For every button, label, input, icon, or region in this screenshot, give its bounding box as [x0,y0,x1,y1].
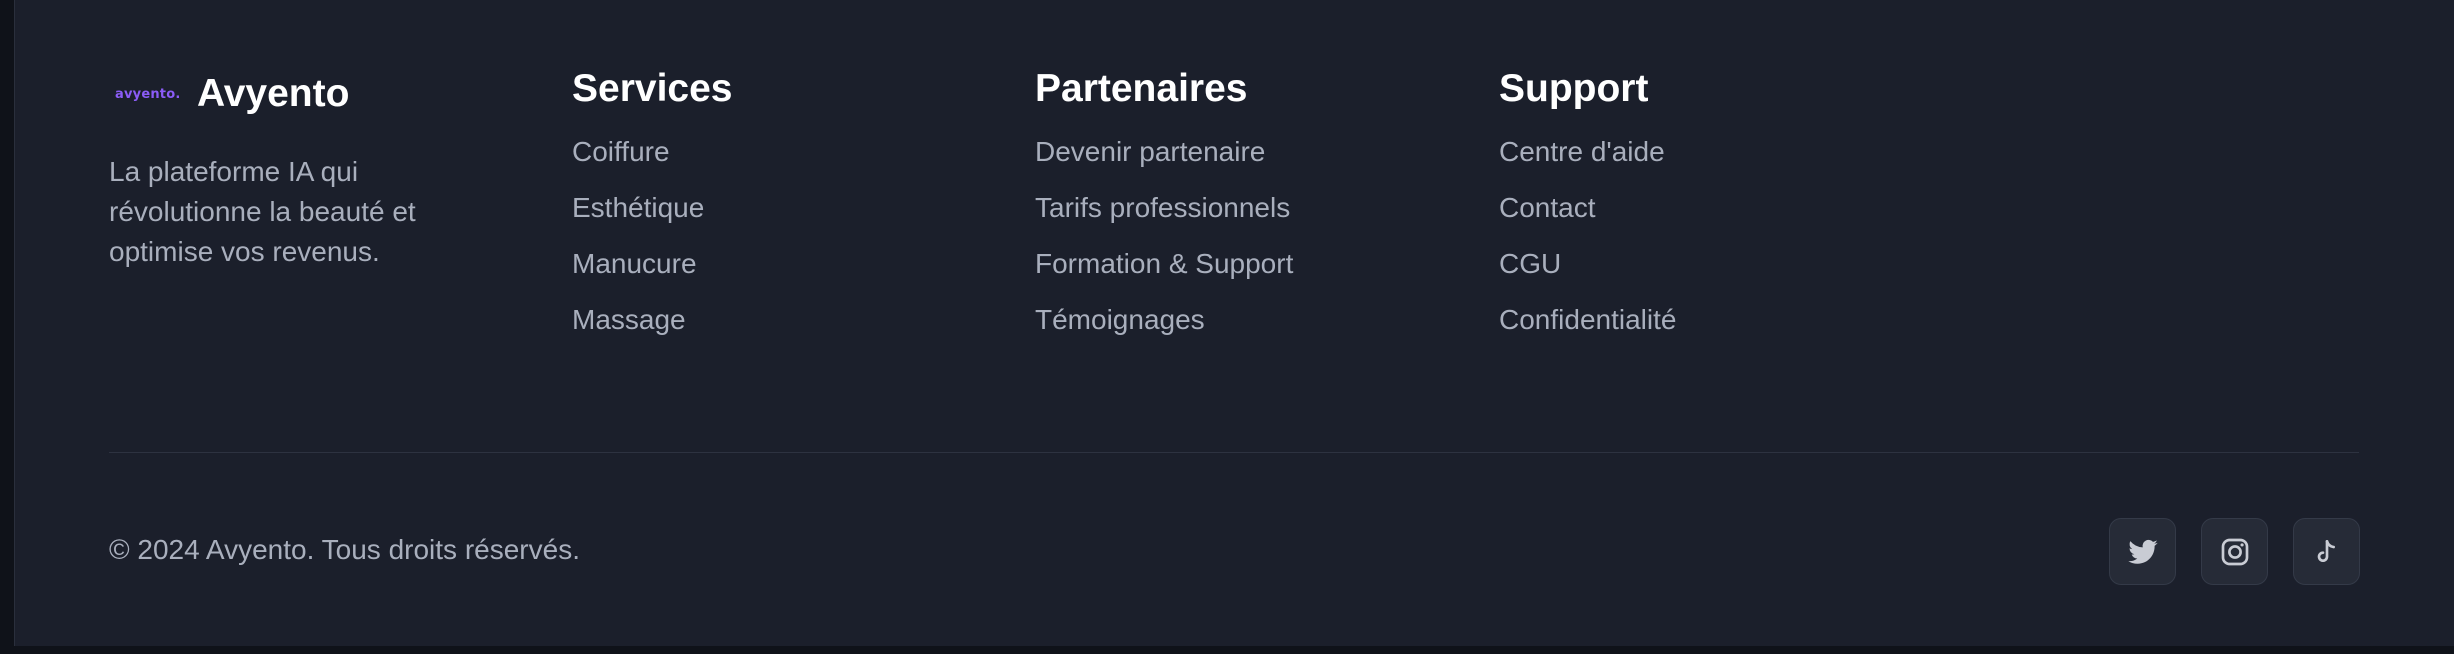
footer-link-cgu[interactable]: CGU [1499,244,1919,300]
tiktok-button[interactable] [2293,518,2360,585]
instagram-icon [2221,538,2248,565]
social-links [2109,518,2360,585]
footer-link-devenir-partenaire[interactable]: Devenir partenaire [1035,132,1455,188]
logo-wordmark: avyento. [115,86,181,102]
brand-tagline: La plateforme IA qui révolutionne la bea… [109,156,416,267]
brand-column: avyento. Avyento La plateforme IA qui ré… [109,64,489,272]
logo[interactable]: avyento. [109,64,193,124]
footer-divider [109,452,2359,453]
link-list: Devenir partenaire Tarifs professionnels… [1035,132,1455,356]
twitter-icon [2127,539,2158,564]
footer-link-formation-support[interactable]: Formation & Support [1035,244,1455,300]
footer-column-support: Support Centre d'aide Contact CGU Confid… [1499,64,1919,356]
footer-link-confidentialite[interactable]: Confidentialité [1499,300,1919,356]
link-list: Centre d'aide Contact CGU Confidentialit… [1499,132,1919,356]
copyright-text: © 2024 Avyento. Tous droits réservés. [109,534,580,565]
footer-link-esthetique[interactable]: Esthétique [572,188,992,244]
brand-name: Avyento [197,72,350,115]
footer-column-partenaires: Partenaires Devenir partenaire Tarifs pr… [1035,64,1455,356]
footer-link-manucure[interactable]: Manucure [572,244,992,300]
footer-link-temoignages[interactable]: Témoignages [1035,300,1455,356]
instagram-button[interactable] [2201,518,2268,585]
column-title: Partenaires [1035,67,1248,110]
brand-row: avyento. Avyento [109,64,489,124]
twitter-button[interactable] [2109,518,2176,585]
footer-column-services: Services Coiffure Esthétique Manucure Ma… [572,64,992,356]
footer-link-massage[interactable]: Massage [572,300,992,356]
footer-link-coiffure[interactable]: Coiffure [572,132,992,188]
link-list: Coiffure Esthétique Manucure Massage [572,132,992,356]
tiktok-icon [2317,539,2335,562]
column-title: Services [572,67,733,110]
site-footer: avyento. Avyento La plateforme IA qui ré… [14,0,2454,646]
column-title: Support [1499,67,1649,110]
footer-link-contact[interactable]: Contact [1499,188,1919,244]
footer-link-centre-aide[interactable]: Centre d'aide [1499,132,1919,188]
footer-link-tarifs-professionnels[interactable]: Tarifs professionnels [1035,188,1455,244]
